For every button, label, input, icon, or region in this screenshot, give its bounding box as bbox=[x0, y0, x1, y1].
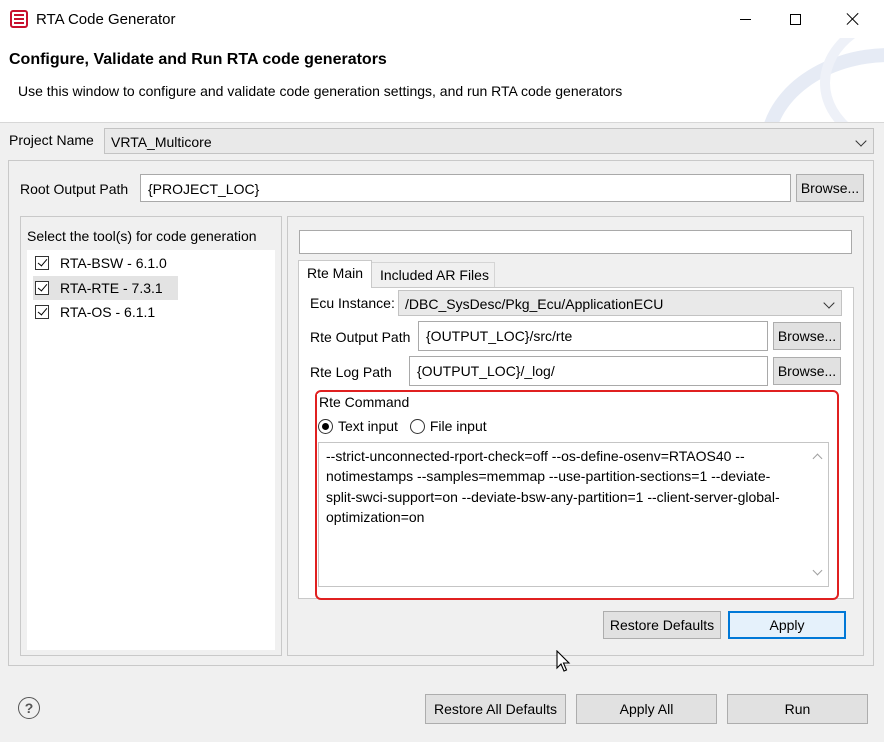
close-icon bbox=[846, 12, 860, 26]
header-decoration bbox=[820, 38, 884, 122]
rte-log-browse-button[interactable]: Browse... bbox=[773, 357, 841, 385]
tools-list: RTA-BSW - 6.1.0 RTA-RTE - 7.3.1 RTA-OS -… bbox=[27, 250, 275, 650]
rte-log-value: {OUTPUT_LOC}/_log/ bbox=[417, 363, 555, 379]
file-input-label: File input bbox=[429, 418, 487, 434]
root-output-browse-button[interactable]: Browse... bbox=[796, 174, 864, 202]
ecu-instance-label: Ecu Instance: bbox=[310, 295, 395, 311]
header-title: Configure, Validate and Run RTA code gen… bbox=[9, 51, 387, 68]
maximize-button[interactable] bbox=[772, 0, 818, 38]
restore-all-defaults-button[interactable]: Restore All Defaults bbox=[425, 694, 566, 724]
apply-button[interactable]: Apply bbox=[728, 611, 846, 639]
tool-checkbox[interactable] bbox=[35, 305, 49, 319]
project-name-combo[interactable]: VRTA_Multicore bbox=[104, 128, 874, 154]
project-name-value: VRTA_Multicore bbox=[111, 134, 212, 150]
scroll-down-icon[interactable] bbox=[812, 565, 823, 576]
tab-rte-main[interactable]: Rte Main bbox=[298, 260, 372, 288]
tool-checkbox[interactable] bbox=[35, 281, 49, 295]
rte-command-title: Rte Command bbox=[317, 394, 412, 410]
rte-output-value: {OUTPUT_LOC}/src/rte bbox=[426, 328, 573, 344]
root-output-value: {PROJECT_LOC} bbox=[148, 181, 260, 197]
text-input-radio[interactable]: Text input bbox=[318, 418, 398, 434]
root-output-label: Root Output Path bbox=[20, 181, 129, 197]
tool-item-rta-bsw[interactable]: RTA-BSW - 6.1.0 bbox=[33, 251, 183, 275]
radio-off-icon bbox=[409, 419, 425, 434]
project-name-label: Project Name bbox=[9, 132, 94, 148]
tool-item-rta-os[interactable]: RTA-OS - 6.1.1 bbox=[33, 300, 183, 324]
header-description: Use this window to configure and validat… bbox=[18, 83, 623, 99]
title-bar: RTA Code Generator bbox=[0, 0, 884, 38]
run-button[interactable]: Run bbox=[727, 694, 868, 724]
radio-group: Text input File input bbox=[318, 418, 487, 434]
rte-output-label: Rte Output Path bbox=[310, 329, 411, 345]
chevron-down-icon bbox=[823, 297, 835, 309]
help-icon[interactable]: ? bbox=[18, 697, 40, 719]
tool-item-label: RTA-BSW - 6.1.0 bbox=[60, 255, 167, 271]
rte-output-browse-button[interactable]: Browse... bbox=[773, 322, 841, 350]
message-field bbox=[299, 230, 852, 254]
rte-command-text: --strict-unconnected-rport-check=off --o… bbox=[326, 448, 780, 526]
rte-command-textarea[interactable]: --strict-unconnected-rport-check=off --o… bbox=[318, 442, 829, 587]
window-title: RTA Code Generator bbox=[36, 11, 176, 28]
close-button[interactable] bbox=[830, 0, 876, 38]
minimize-icon bbox=[739, 18, 751, 20]
ecu-instance-combo[interactable]: /DBC_SysDesc/Pkg_Ecu/ApplicationECU bbox=[398, 290, 842, 316]
app-icon bbox=[10, 10, 28, 28]
rte-output-field[interactable]: {OUTPUT_LOC}/src/rte bbox=[418, 321, 768, 351]
tab-included-ar-files[interactable]: Included AR Files bbox=[371, 262, 495, 287]
text-input-label: Text input bbox=[338, 418, 398, 434]
file-input-radio[interactable]: File input bbox=[409, 418, 487, 434]
tool-checkbox[interactable] bbox=[35, 256, 49, 270]
header-divider bbox=[0, 122, 884, 123]
minimize-button[interactable] bbox=[722, 0, 768, 38]
radio-on-icon bbox=[318, 419, 333, 434]
scroll-up-icon[interactable] bbox=[812, 453, 823, 464]
maximize-icon bbox=[789, 13, 801, 25]
rte-log-label: Rte Log Path bbox=[310, 364, 392, 380]
chevron-down-icon bbox=[855, 135, 867, 147]
tool-item-label: RTA-OS - 6.1.1 bbox=[60, 304, 156, 320]
dialog-header: Configure, Validate and Run RTA code gen… bbox=[0, 38, 884, 122]
apply-all-button[interactable]: Apply All bbox=[576, 694, 717, 724]
rte-log-field[interactable]: {OUTPUT_LOC}/_log/ bbox=[409, 356, 768, 386]
tool-item-rta-rte[interactable]: RTA-RTE - 7.3.1 bbox=[33, 276, 178, 300]
tool-item-label: RTA-RTE - 7.3.1 bbox=[60, 280, 163, 296]
mouse-cursor-icon bbox=[556, 650, 571, 672]
ecu-instance-value: /DBC_SysDesc/Pkg_Ecu/ApplicationECU bbox=[405, 296, 664, 312]
root-output-field[interactable]: {PROJECT_LOC} bbox=[140, 174, 791, 202]
tools-heading: Select the tool(s) for code generation bbox=[27, 228, 257, 244]
restore-defaults-button[interactable]: Restore Defaults bbox=[603, 611, 721, 639]
